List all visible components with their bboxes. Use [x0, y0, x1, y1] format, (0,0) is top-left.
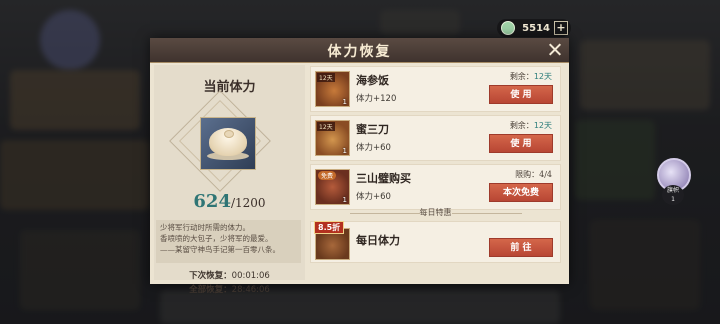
- full-recovery-label: 全部恢复：: [189, 285, 232, 295]
- item-quantity: 1: [342, 147, 347, 155]
- item-quantity: 1: [342, 98, 347, 106]
- description-line: 香喷喷的大包子，少将军的最爱。: [160, 234, 273, 243]
- stamina-current: 624: [193, 191, 231, 212]
- item-remaining: 剩余：12天: [510, 120, 552, 131]
- stamina-max: /1200: [230, 196, 266, 210]
- item-remaining: 剩余：12天: [510, 71, 552, 82]
- item-name: 海参饭: [356, 74, 389, 87]
- side-badge: 旗帜 1: [662, 185, 684, 205]
- full-recovery: 全部恢复：28:46:06: [154, 283, 305, 295]
- limit-label: 限购：: [515, 170, 540, 179]
- stamina-description: 少将军行动时所需的体力。 香喷喷的大包子，少将军的最爱。 ——某留守神鸟手记第一…: [156, 220, 301, 263]
- item-effect: 体力+60: [356, 192, 391, 202]
- daily-stamina-item: 每日体力 前 往: [310, 221, 561, 263]
- next-recovery-label: 下次恢复：: [189, 271, 232, 281]
- item-name: 每日体力: [356, 234, 400, 247]
- go-button[interactable]: 前 往: [489, 238, 553, 257]
- discount-badge: 8.5折: [314, 221, 345, 234]
- expiry-tag: 12天: [317, 73, 335, 82]
- sea-cucumber-rice-icon: 12天 1: [315, 71, 350, 107]
- item-effect: 体力+60: [356, 143, 391, 153]
- free-use-button[interactable]: 本次免费: [489, 183, 553, 202]
- daily-deal-divider: 每日特惠: [310, 207, 561, 219]
- dialog-title: 体力恢复: [327, 44, 392, 60]
- side-badge-label: 旗帜: [666, 187, 679, 194]
- honey-pastry-icon: 12天 1: [315, 120, 350, 156]
- steamed-bun-icon: [200, 117, 256, 170]
- list-item: 免费 1 三山璧购买 体力+60 限购：4/4 本次免费: [310, 164, 561, 210]
- stamina-count: 624/1200: [154, 191, 305, 212]
- expiry-tag: 12天: [317, 122, 335, 131]
- free-tag: 免费: [318, 171, 337, 180]
- currency-bar: 5514 +: [497, 19, 571, 37]
- item-name: 三山璧购买: [356, 172, 411, 185]
- limit-value: 4/4: [539, 170, 552, 179]
- full-recovery-value: 28:46:06: [231, 285, 270, 295]
- close-button[interactable]: [546, 41, 563, 58]
- side-badge-count: 1: [671, 196, 675, 203]
- list-item: 12天 1 海参饭 体力+120 剩余：12天 使 用: [310, 66, 561, 112]
- jade-coin-icon: [501, 21, 515, 35]
- current-stamina-title: 当前体力: [203, 80, 256, 95]
- next-recovery-value: 00:01:06: [231, 271, 270, 281]
- description-line: ——某留守神鸟手记第一百零八条。: [160, 245, 280, 254]
- remaining-value: 12天: [533, 72, 552, 81]
- current-stamina-panel: 当前体力 624/1200 少将军行动时所需的体力。 香喷喷的大包子，少将军的最…: [154, 65, 305, 295]
- dialog-header: 体力恢复: [150, 38, 569, 63]
- item-name: 蜜三刀: [356, 123, 389, 136]
- currency-amount: 5514: [522, 22, 550, 34]
- use-button[interactable]: 使 用: [489, 134, 553, 153]
- use-button[interactable]: 使 用: [489, 85, 553, 104]
- daily-deal-label: 每日特惠: [419, 208, 452, 217]
- item-effect: 体力+120: [356, 94, 397, 104]
- item-purchase-limit: 限购：4/4: [515, 169, 552, 180]
- item-quantity: 1: [342, 196, 347, 204]
- add-currency-button[interactable]: +: [554, 21, 568, 35]
- list-item: 12天 1 蜜三刀 体力+60 剩余：12天 使 用: [310, 115, 561, 161]
- remaining-label: 剩余：: [509, 72, 534, 81]
- remaining-value: 12天: [533, 121, 552, 130]
- roast-meat-icon: 免费 1: [315, 169, 350, 205]
- next-recovery: 下次恢复：00:01:06: [154, 269, 305, 281]
- remaining-label: 剩余：: [509, 121, 534, 130]
- stamina-recovery-dialog: 体力恢复 当前体力 624/1200 少将军行动时所需的体力。 香喷喷的大包子，…: [150, 38, 569, 295]
- description-line: 少将军行动时所需的体力。: [160, 223, 250, 232]
